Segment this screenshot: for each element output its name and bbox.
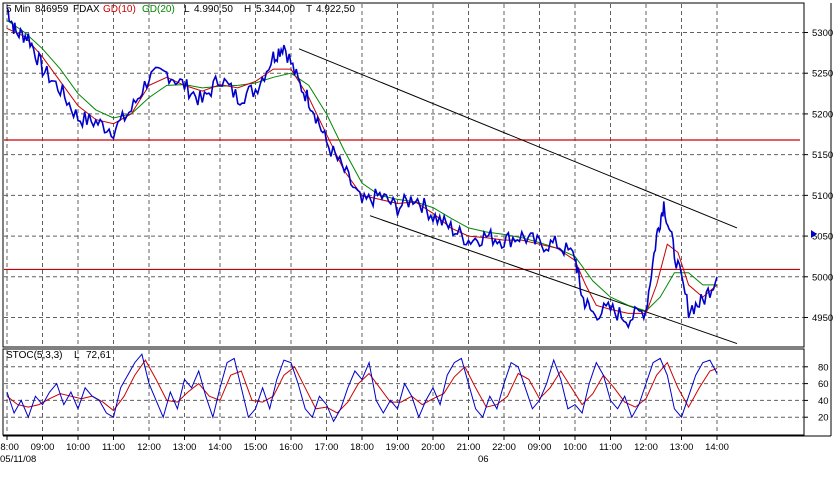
interval-label: 5 Min — [6, 4, 30, 15]
close-label: T — [306, 4, 312, 15]
x-tick-label: 12:00 — [634, 442, 658, 453]
x-tick-label: 09:00 — [31, 442, 55, 453]
low-value: 4.990,50 — [194, 4, 233, 15]
x-tick-label: 11:00 — [102, 442, 125, 453]
x-tick-label: 15:00 — [244, 442, 268, 453]
price-y-tick-label: 5200 — [812, 109, 833, 120]
symbol-label: FDAX — [73, 4, 100, 15]
x-tick-label: 10:00 — [563, 442, 587, 453]
x-tick-label: 19:00 — [386, 442, 410, 453]
x-tick-label: 13:00 — [670, 442, 694, 453]
stoch-y-tick-label: 80 — [818, 362, 829, 373]
x-tick-label: 22:00 — [492, 442, 516, 453]
price-y-tick-label: 4950 — [812, 313, 833, 324]
stoch-y-tick-label: 60 — [818, 379, 829, 390]
chart-svg: 08:00 09:00 10:00 11:00 12:00 13:00 14:00 15:00… — [0, 2, 833, 465]
low-label: L — [184, 4, 190, 15]
x-tick-label: 17:00 — [315, 442, 339, 453]
price-y-tick-label: 5300 — [812, 28, 833, 39]
trend-channel-line — [298, 48, 738, 229]
x-tick-label: 10:00 — [66, 442, 90, 453]
grid-layer — [4, 4, 804, 434]
price-y-tick-label: 5250 — [812, 69, 833, 80]
x-tick-label: 14:00 — [705, 442, 729, 453]
x-tick-label: 13:00 — [173, 442, 197, 453]
start-date-label: 05/11/08 — [0, 454, 36, 465]
x-tick-label: 11:00 — [599, 442, 622, 453]
chart-root: 08:00 09:00 10:00 11:00 12:00 13:00 14:00 15:00… — [0, 0, 834, 494]
x-tick-label: 12:00 — [137, 442, 161, 453]
high-label: H — [244, 4, 251, 15]
ma20-legend: GD(20) — [142, 4, 175, 15]
next-day-label: 06 — [478, 454, 489, 465]
x-tick-label: 18:00 — [350, 442, 374, 453]
x-tick-label: 09:00 — [528, 442, 552, 453]
x-tick-label: 08:00 — [0, 442, 19, 453]
stoch-label: STOC(5,3,3) — [6, 350, 63, 361]
price-y-tick-label: 5100 — [812, 191, 833, 202]
stoch-panel-frame — [2, 348, 805, 436]
stoch-y-tick-label: 40 — [818, 396, 829, 407]
stoch-y-tick-label: 20 — [818, 413, 829, 424]
close-value: 4.922,50 — [316, 4, 355, 15]
axis-layer: 08:00 09:00 10:00 11:00 12:00 13:00 14:00 15:00… — [0, 28, 833, 453]
price-y-tick-label: 5150 — [812, 150, 833, 161]
ma10-legend: GD(10) — [103, 4, 136, 15]
price-panel-frame — [2, 2, 805, 348]
x-tick-label: 20:00 — [421, 442, 445, 453]
x-tick-label: 16:00 — [279, 442, 303, 453]
x-tick-label: 21:00 — [457, 442, 481, 453]
high-value: 5.344,00 — [256, 4, 295, 15]
x-tick-label: 14:00 — [208, 442, 232, 453]
stoch-last-label: L — [74, 350, 80, 361]
stoch-last-value: 72,61 — [86, 350, 111, 361]
symbol-code-label: 846959 — [35, 4, 69, 15]
price-y-tick-label: 5000 — [812, 272, 833, 283]
